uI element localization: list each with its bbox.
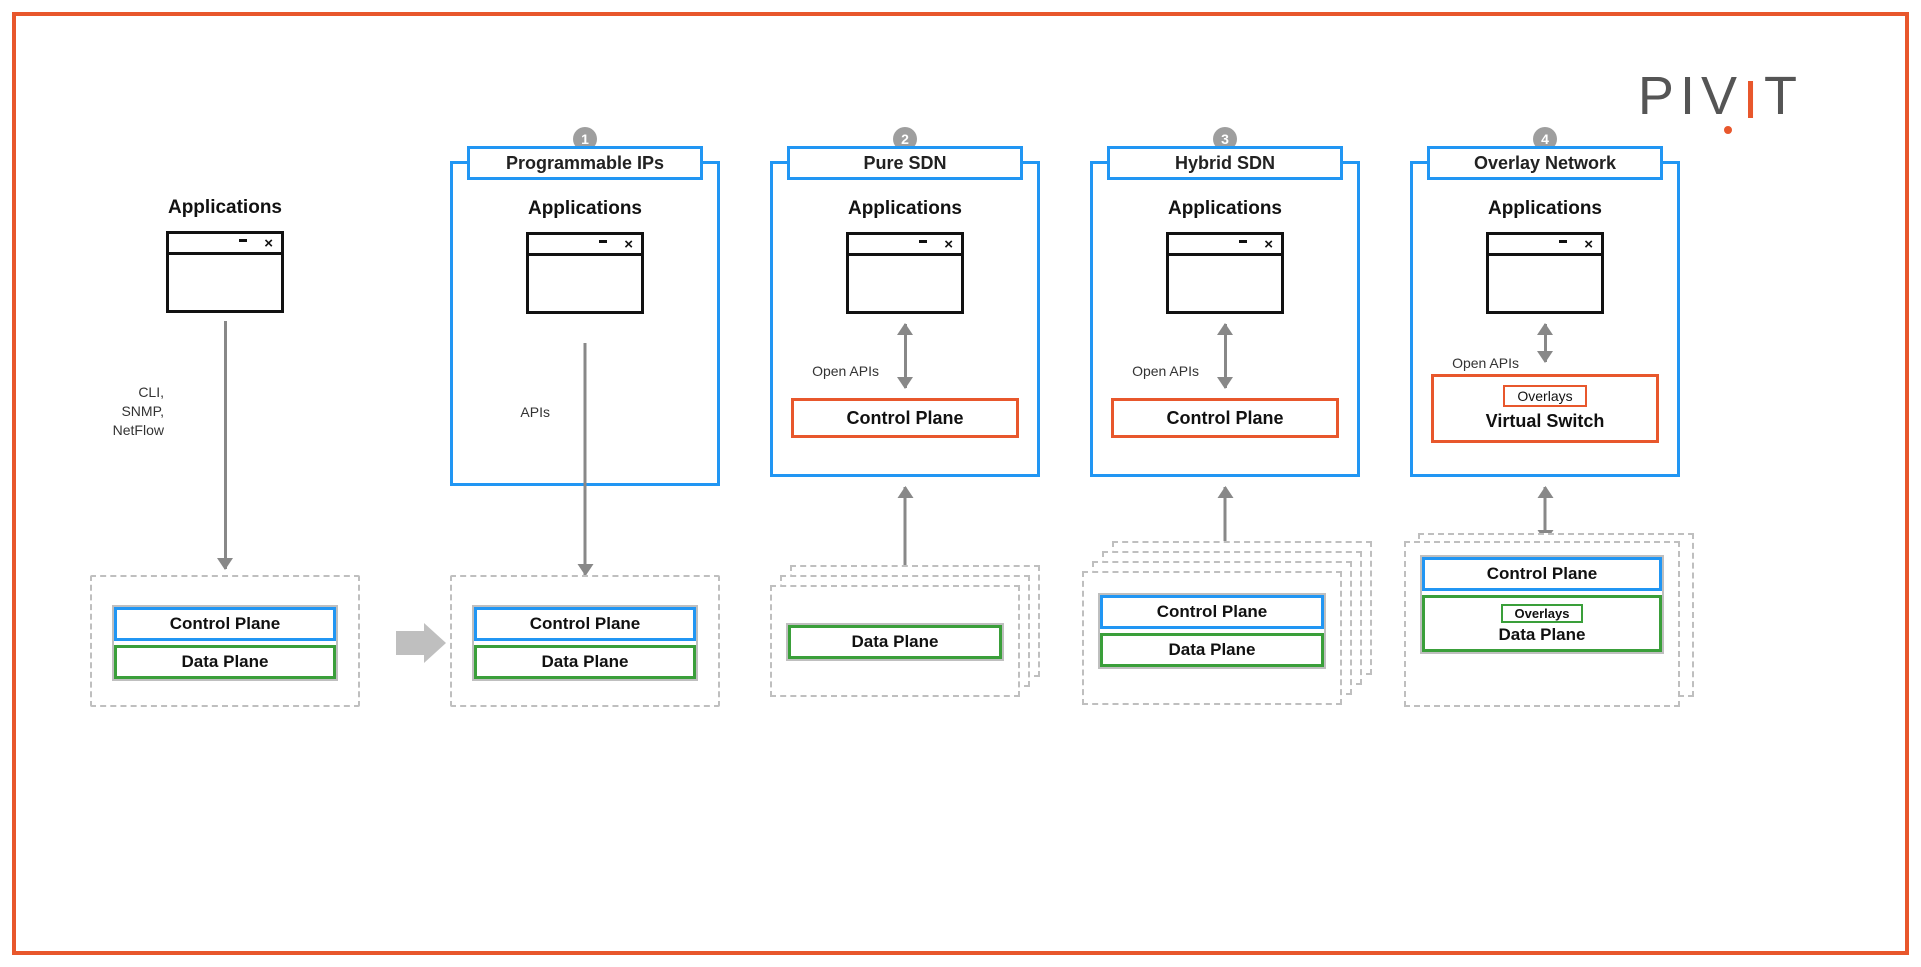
application-window-icon: × <box>1166 232 1284 314</box>
control-plane-orange-box: Control Plane <box>791 398 1019 438</box>
virtual-switch-box: Overlays Virtual Switch <box>1431 374 1659 443</box>
arrow-down-icon <box>584 343 587 575</box>
arrow-double-icon <box>904 324 907 388</box>
sdn-frame: Hybrid SDN Applications × Open APIs Cont… <box>1090 161 1360 477</box>
application-window-icon: × <box>846 232 964 314</box>
logo-letter: I <box>1680 65 1701 127</box>
control-plane-box: Control Plane <box>114 607 336 641</box>
window-minimize-icon <box>1239 240 1247 243</box>
window-close-icon: × <box>264 236 273 251</box>
device-box: Control Plane Overlays Data Plane <box>1404 541 1680 707</box>
window-minimize-icon <box>599 240 607 243</box>
protocol-label: CLI, SNMP, NetFlow <box>64 383 164 440</box>
api-label: APIs <box>492 403 550 422</box>
window-close-icon: × <box>1584 237 1593 252</box>
virtual-switch-label: Virtual Switch <box>1486 411 1605 431</box>
application-window-icon: × <box>1486 232 1604 314</box>
device-box: Control Plane Data Plane <box>450 575 720 707</box>
logo-letter: T <box>1764 65 1803 127</box>
sdn-frame: Pure SDN Applications × Open APIs Contro… <box>770 161 1040 477</box>
sdn-tab-label: Pure SDN <box>787 146 1023 180</box>
overlay-network-column: 4 Overlay Network Applications × Open AP… <box>1410 145 1680 847</box>
arrow-down-icon <box>224 321 227 569</box>
api-label: Open APIs <box>795 362 879 381</box>
logo-dot-icon <box>1724 126 1732 134</box>
device-box: Control Plane Data Plane <box>90 575 360 707</box>
data-plane-box: Overlays Data Plane <box>1422 595 1662 652</box>
plane-wrap: Control Plane Data Plane <box>472 605 698 681</box>
window-close-icon: × <box>624 237 633 252</box>
plane-wrap: Data Plane <box>786 623 1004 661</box>
application-window-icon: × <box>526 232 644 314</box>
data-plane-box: Data Plane <box>114 645 336 679</box>
sdn-tab-label: Hybrid SDN <box>1107 146 1343 180</box>
overlays-tag: Overlays <box>1501 604 1584 623</box>
control-plane-box: Control Plane <box>474 607 696 641</box>
plane-wrap: Control Plane Data Plane <box>1098 593 1326 669</box>
sdn-tab-label: Programmable IPs <box>467 146 703 180</box>
pivit-logo: P I V I T <box>1638 65 1811 127</box>
hybrid-sdn-column: 3 Hybrid SDN Applications × Open APIs Co… <box>1090 145 1360 847</box>
window-minimize-icon <box>239 239 247 242</box>
window-minimize-icon <box>919 240 927 243</box>
plane-wrap: Control Plane Overlays Data Plane <box>1420 555 1664 654</box>
device-box: Control Plane Data Plane <box>1082 571 1342 705</box>
data-plane-box: Data Plane <box>474 645 696 679</box>
api-label: Open APIs <box>1115 362 1199 381</box>
data-plane-box: Data Plane <box>1100 633 1324 667</box>
programmable-ips-column: 1 Programmable IPs Applications × APIs C… <box>450 145 720 847</box>
plane-wrap: Control Plane Data Plane <box>112 605 338 681</box>
control-plane-box: Control Plane <box>1100 595 1324 629</box>
overlays-tag: Overlays <box>1503 385 1586 407</box>
window-minimize-icon <box>1559 240 1567 243</box>
data-plane-box: Data Plane <box>788 625 1002 659</box>
sdn-tab-label: Overlay Network <box>1427 146 1663 180</box>
window-close-icon: × <box>944 237 953 252</box>
device-box: Data Plane <box>770 585 1020 697</box>
sdn-frame: Overlay Network Applications × Open APIs… <box>1410 161 1680 477</box>
arrow-double-icon <box>1224 324 1227 388</box>
legacy-column: Applications × CLI, SNMP, NetFlow Contro… <box>90 145 360 847</box>
control-plane-box: Control Plane <box>1422 557 1662 591</box>
transition-arrow-icon <box>396 623 446 663</box>
logo-letter-accent: I <box>1743 69 1764 131</box>
api-label: Open APIs <box>1435 354 1519 373</box>
data-plane-label: Data Plane <box>1499 625 1586 644</box>
logo-letter: P <box>1638 65 1680 127</box>
diagram-stage: Applications × CLI, SNMP, NetFlow Contro… <box>90 145 1831 847</box>
applications-title: Applications <box>90 191 360 219</box>
device-stack: Control Plane Data Plane <box>1082 541 1372 711</box>
device-stack: Data Plane <box>770 565 1040 705</box>
window-close-icon: × <box>1264 237 1273 252</box>
arrow-double-icon <box>1544 324 1547 362</box>
pure-sdn-column: 2 Pure SDN Applications × Open APIs Cont… <box>770 145 1040 847</box>
control-plane-orange-box: Control Plane <box>1111 398 1339 438</box>
logo-letter: V <box>1701 65 1743 127</box>
application-window-icon: × <box>166 231 284 313</box>
device-stack: Control Plane Overlays Data Plane <box>1404 533 1694 711</box>
